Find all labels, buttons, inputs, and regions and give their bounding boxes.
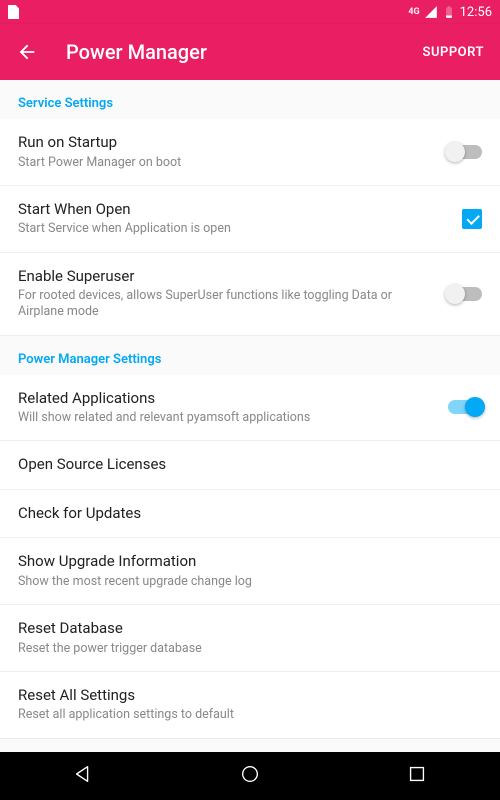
checkbox-start-when-open[interactable] — [462, 209, 482, 229]
app-bar: Power Manager SUPPORT — [0, 24, 500, 80]
status-bar: 4G 12:56 — [0, 0, 500, 24]
setting-show-upgrade-information[interactable]: Show Upgrade Information Show the most r… — [0, 538, 500, 605]
setting-related-applications[interactable]: Related Applications Will show related a… — [0, 375, 500, 442]
battery-icon — [442, 5, 456, 19]
square-recent-icon — [406, 763, 428, 785]
setting-check-for-updates[interactable]: Check for Updates — [0, 490, 500, 539]
setting-reset-database[interactable]: Reset Database Reset the power trigger d… — [0, 605, 500, 672]
setting-title: Start When Open — [18, 200, 450, 220]
setting-subtitle: Show the most recent upgrade change log — [18, 574, 470, 590]
settings-list: Service Settings Run on Startup Start Po… — [0, 80, 500, 752]
nav-recent-button[interactable] — [406, 763, 428, 789]
network-type: 4G — [408, 7, 419, 17]
setting-title: Open Source Licenses — [18, 455, 470, 475]
nav-home-button[interactable] — [239, 763, 261, 789]
setting-start-when-open[interactable]: Start When Open Start Service when Appli… — [0, 186, 500, 253]
setting-title: Run on Startup — [18, 133, 436, 153]
arrow-back-icon — [16, 41, 38, 63]
toggle-run-on-startup[interactable] — [448, 145, 482, 159]
setting-title: Reset All Settings — [18, 686, 470, 706]
setting-open-source-licenses[interactable]: Open Source Licenses — [0, 441, 500, 490]
setting-title: Enable Superuser — [18, 267, 436, 287]
nav-back-button[interactable] — [72, 763, 94, 789]
toggle-related-applications[interactable] — [448, 400, 482, 414]
setting-subtitle: Reset the power trigger database — [18, 641, 470, 657]
toggle-enable-superuser[interactable] — [448, 287, 482, 301]
support-button[interactable]: SUPPORT — [423, 45, 484, 60]
setting-run-on-startup[interactable]: Run on Startup Start Power Manager on bo… — [0, 119, 500, 186]
section-header-powermgr: Power Manager Settings — [0, 336, 500, 375]
setting-subtitle: Reset all application settings to defaul… — [18, 707, 470, 723]
setting-subtitle: Start Power Manager on boot — [18, 155, 436, 171]
setting-enable-superuser[interactable]: Enable Superuser For rooted devices, all… — [0, 253, 500, 336]
triangle-back-icon — [72, 763, 94, 785]
section-header-service: Service Settings — [0, 80, 500, 119]
navigation-bar — [0, 752, 500, 800]
setting-subtitle: Will show related and relevant pyamsoft … — [18, 410, 436, 426]
circle-home-icon — [239, 763, 261, 785]
setting-title: Reset Database — [18, 619, 470, 639]
setting-title: Show Upgrade Information — [18, 552, 470, 572]
setting-title: Related Applications — [18, 389, 436, 409]
status-clock: 12:56 — [460, 5, 492, 20]
back-button[interactable] — [16, 41, 38, 63]
setting-subtitle: Start Service when Application is open — [18, 221, 450, 237]
setting-title: Check for Updates — [18, 504, 470, 524]
signal-icon — [424, 5, 438, 19]
setting-reset-all-settings[interactable]: Reset All Settings Reset all application… — [0, 672, 500, 739]
setting-subtitle: For rooted devices, allows SuperUser fun… — [18, 288, 436, 321]
page-title: Power Manager — [66, 40, 423, 64]
sd-card-icon — [8, 5, 19, 19]
